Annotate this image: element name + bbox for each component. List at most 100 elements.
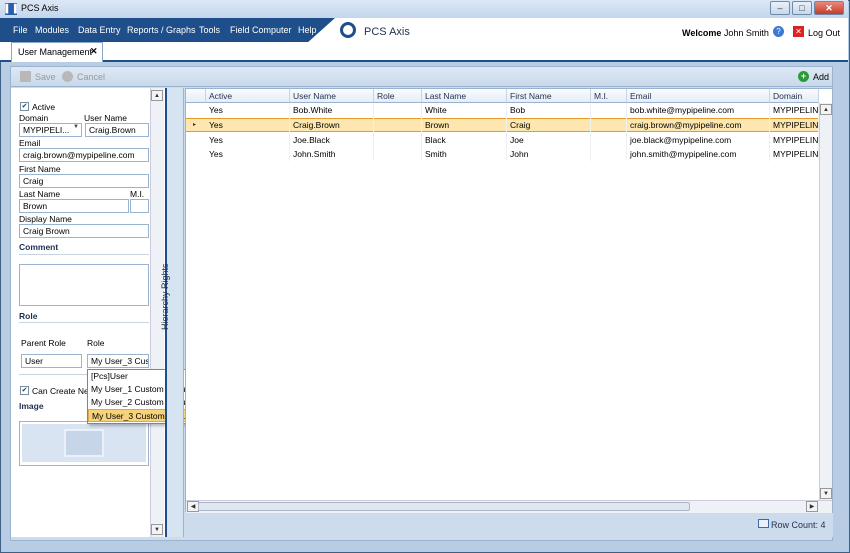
role-label: Role — [87, 338, 105, 348]
chevron-down-icon[interactable]: ▼ — [73, 124, 82, 136]
active-label: Active — [32, 102, 56, 112]
menu-file[interactable]: File — [13, 25, 28, 35]
title-bar — [0, 0, 848, 18]
cell-active: Yes — [206, 147, 290, 161]
scroll-up-button[interactable]: ▲ — [151, 90, 163, 101]
add-icon[interactable]: + — [798, 71, 809, 82]
tab-strip — [0, 42, 848, 62]
cell-mi — [591, 133, 627, 147]
tab-close-icon[interactable]: ✕ — [90, 46, 98, 57]
minimize-button[interactable]: – — [770, 1, 790, 15]
email-field[interactable]: craig.brown@mypipeline.com — [19, 148, 149, 162]
column-header-username[interactable]: User Name — [290, 89, 374, 103]
comment-divider — [19, 254, 149, 255]
cell-firstname: Bob — [507, 103, 591, 117]
save-button[interactable]: Save — [35, 72, 56, 82]
table-icon — [758, 519, 769, 528]
cell-email: bob.white@mypipeline.com — [627, 103, 770, 117]
column-header-role[interactable]: Role — [374, 89, 422, 103]
cell-firstname: Craig — [507, 118, 591, 132]
cell-email: craig.brown@mypipeline.com — [627, 118, 770, 132]
column-header-mi[interactable]: M.I. — [591, 89, 627, 103]
menu-modules[interactable]: Modules — [35, 25, 69, 35]
displayname-field[interactable]: Craig Brown — [19, 224, 149, 238]
cell-role — [374, 103, 422, 117]
role-select[interactable]: My User_3 Cust — [87, 354, 149, 368]
firstname-field[interactable]: Craig — [19, 174, 149, 188]
app-icon: ▌▐ — [5, 3, 17, 15]
menu-field-computer[interactable]: Field Computer — [230, 25, 292, 35]
firstname-label: First Name — [19, 164, 61, 174]
lastname-field[interactable]: Brown — [19, 199, 129, 213]
cell-firstname: Joe — [507, 133, 591, 147]
cell-username: Joe.Black — [290, 133, 374, 147]
cancel-icon — [62, 71, 73, 82]
cell-role — [374, 147, 422, 161]
cancel-button[interactable]: Cancel — [77, 72, 105, 82]
cell-username: John.Smith — [290, 147, 374, 161]
mi-field[interactable] — [130, 199, 149, 213]
column-header-domain[interactable]: Domain — [770, 89, 819, 103]
grid-scroll-up-button[interactable]: ▲ — [820, 104, 832, 115]
menu-data-entry[interactable]: Data Entry — [78, 25, 121, 35]
grid-footer — [185, 513, 833, 537]
window-title: PCS Axis — [21, 3, 59, 13]
parent-role-field[interactable]: User — [21, 354, 82, 368]
cell-mi — [591, 147, 627, 161]
add-button[interactable]: Add — [813, 72, 829, 82]
maximize-button[interactable]: □ — [792, 1, 812, 15]
can-create-checkbox[interactable]: ✔ — [20, 386, 29, 395]
cell-username: Bob.White — [290, 103, 374, 117]
menu-tools[interactable]: Tools — [199, 25, 220, 35]
cell-mi — [591, 103, 627, 117]
lastname-label: Last Name — [19, 189, 61, 199]
menu-help[interactable]: Help — [298, 25, 317, 35]
logout-link[interactable]: Log Out — [808, 28, 840, 38]
image-placeholder-icon — [64, 429, 104, 457]
displayname-label: Display Name — [19, 214, 72, 224]
grid-scroll-thumb[interactable] — [198, 502, 690, 511]
cell-firstname: John — [507, 147, 591, 161]
cell-active: Yes — [206, 118, 290, 132]
image-section-title: Image — [19, 401, 44, 411]
role-section-title: Role — [19, 311, 38, 321]
welcome-label: Welcome — [682, 28, 722, 38]
logout-icon[interactable]: ✕ — [793, 26, 804, 37]
cell-active: Yes — [206, 133, 290, 147]
comment-field[interactable] — [19, 264, 149, 306]
row-pointer-icon: ▸ — [193, 122, 197, 128]
cell-domain: MYPIPELIN — [770, 147, 819, 161]
user-name: John Smith — [723, 28, 769, 38]
menu-reports-graphs[interactable]: Reports / Graphs — [127, 25, 196, 35]
grid-vertical-scrollbar[interactable] — [819, 103, 832, 501]
close-button[interactable]: ✕ — [814, 1, 844, 15]
parent-role-label: Parent Role — [21, 338, 66, 348]
cell-lastname: Smith — [422, 147, 507, 161]
cell-email: john.smith@mypipeline.com — [627, 147, 770, 161]
column-header-email[interactable]: Email — [627, 89, 770, 103]
active-checkbox[interactable]: ✔ — [20, 102, 29, 111]
help-icon[interactable]: ? — [773, 26, 784, 37]
column-header-active[interactable]: Active — [206, 89, 290, 103]
mi-label: M.I. — [130, 189, 145, 199]
username-field[interactable]: Craig.Brown — [85, 123, 149, 137]
welcome-text: Welcome John Smith — [682, 28, 769, 38]
grid-scroll-right-button[interactable]: ▶ — [806, 501, 818, 512]
scroll-down-button[interactable]: ▼ — [151, 524, 163, 535]
cell-domain: MYPIPELIN — [770, 118, 819, 132]
row-indicator-header — [186, 89, 206, 103]
column-header-firstname[interactable]: First Name — [507, 89, 591, 103]
cell-domain: MYPIPELIN — [770, 133, 819, 147]
cell-lastname: Brown — [422, 118, 507, 132]
brand-name: PCS Axis — [364, 26, 410, 38]
domain-label: Domain — [19, 113, 49, 123]
pcs-axis-logo-icon — [340, 22, 356, 38]
cell-username: Craig.Brown — [290, 118, 374, 132]
column-header-lastname[interactable]: Last Name — [422, 89, 507, 103]
can-create-label: Can Create Ne — [32, 386, 89, 396]
grid-scroll-down-button[interactable]: ▼ — [820, 488, 832, 499]
cell-domain: MYPIPELIN — [770, 103, 819, 117]
tab-label: User Management — [18, 47, 93, 57]
cell-lastname: Black — [422, 133, 507, 147]
cell-mi — [591, 118, 627, 132]
